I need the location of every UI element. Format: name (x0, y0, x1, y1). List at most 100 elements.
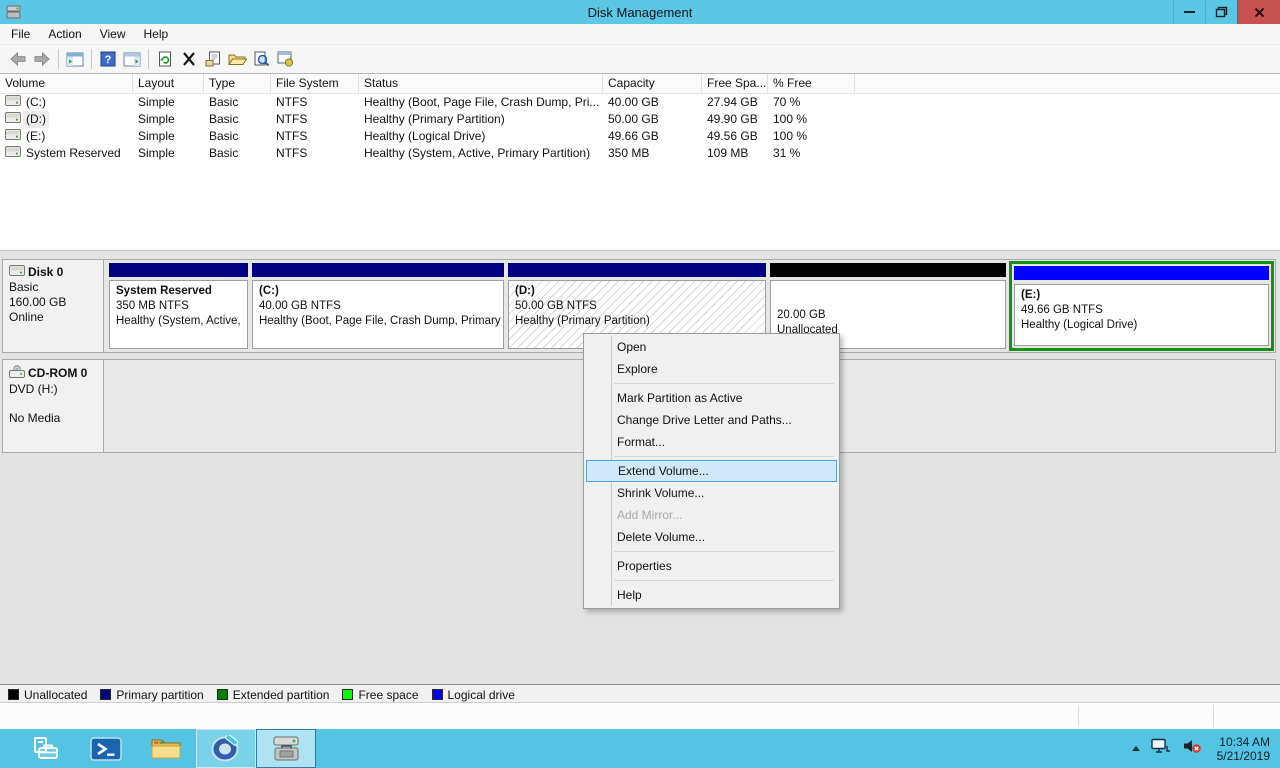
menu-view[interactable]: View (91, 25, 135, 43)
show-hidden-icons-button[interactable] (1132, 746, 1140, 751)
clock-date: 5/21/2019 (1217, 749, 1270, 763)
partition-title: (E:) (1021, 288, 1262, 303)
capacity-cell: 350 MB (603, 145, 702, 162)
network-icon[interactable] (1151, 738, 1171, 759)
column-header-file-system[interactable]: File System (271, 74, 359, 93)
status-cell: Healthy (Logical Drive) (359, 128, 603, 145)
partition-color-bar-unallocated (770, 263, 1006, 277)
context-menu-item-properties[interactable]: Properties (584, 555, 839, 577)
window-title: Disk Management (0, 5, 1280, 20)
find-button[interactable] (249, 48, 273, 71)
context-menu-item-explore[interactable]: Explore (584, 358, 839, 380)
file-system-cell: NTFS (271, 111, 359, 128)
disk-management-taskbar-icon[interactable] (256, 729, 316, 768)
help-button[interactable]: ? (96, 48, 120, 71)
pct-free-cell: 31 % (768, 145, 855, 162)
back-button[interactable] (6, 48, 30, 71)
context-menu-item-add-mirror: Add Mirror... (584, 504, 839, 526)
context-menu-item-extend-volume[interactable]: Extend Volume... (586, 460, 837, 482)
desktop-screen: Disk Management File Action View Help (0, 0, 1280, 768)
layout-cell: Simple (133, 111, 204, 128)
column-header-pct-free[interactable]: % Free (768, 74, 855, 93)
menu-help[interactable]: Help (135, 25, 178, 43)
disk0-size: 160.00 GB (9, 295, 97, 310)
context-menu-item-format[interactable]: Format... (584, 431, 839, 453)
legend-label: Extended partition (233, 688, 330, 702)
partition-title: System Reserved (116, 284, 241, 299)
column-header-free-space[interactable]: Free Spa... (702, 74, 768, 93)
open-button[interactable] (225, 48, 249, 71)
partition-tool-icon[interactable] (196, 729, 256, 768)
cdrom-label[interactable]: CD-ROM 0 DVD (H:) No Media (3, 360, 104, 452)
menu-file[interactable]: File (2, 25, 39, 43)
file-explorer-icon[interactable] (136, 729, 196, 768)
drive-icon (5, 128, 21, 145)
column-header-capacity[interactable]: Capacity (603, 74, 702, 93)
column-header-layout[interactable]: Layout (133, 74, 204, 93)
partition-c[interactable]: (C:) 40.00 GB NTFS Healthy (Boot, Page F… (251, 262, 505, 350)
partition-title: (D:) (515, 284, 759, 299)
volume-name: (C:) (26, 94, 46, 111)
type-cell: Basic (204, 145, 271, 162)
properties-button[interactable] (201, 48, 225, 71)
free-space-cell: 49.56 GB (702, 128, 768, 145)
toolbar-separator (58, 49, 59, 69)
disk-drive-icon (5, 4, 22, 20)
cdrom-drive-letter: DVD (H:) (9, 382, 97, 397)
volume-muted-icon[interactable] (1182, 738, 1202, 759)
taskbar: 10:34 AM 5/21/2019 (0, 729, 1280, 768)
legend-unallocated: Unallocated (8, 688, 87, 702)
type-cell: Basic (204, 94, 271, 111)
context-menu-item-help[interactable]: Help (584, 584, 839, 606)
file-system-cell: NTFS (271, 128, 359, 145)
restore-button[interactable] (1205, 0, 1237, 24)
partition-color-bar-logical (1014, 266, 1269, 280)
disk0-name: Disk 0 (28, 265, 63, 279)
legend-extended-partition: Extended partition (217, 688, 330, 702)
volume-name-selected: (D:) (23, 111, 49, 128)
table-row-volume-d[interactable]: (D:) Simple Basic NTFS Healthy (Primary … (0, 111, 1280, 128)
menu-separator (614, 456, 834, 457)
show-action-pane-button[interactable] (120, 48, 144, 71)
powershell-icon[interactable] (76, 729, 136, 768)
show-console-tree-button[interactable] (63, 48, 87, 71)
status-cell: Healthy (System, Active, Primary Partiti… (359, 145, 603, 162)
partition-color-bar-primary (109, 263, 248, 277)
table-row-system-reserved[interactable]: System Reserved Simple Basic NTFS Health… (0, 145, 1280, 162)
column-header-filler (855, 74, 1280, 93)
svg-text:?: ? (105, 54, 112, 66)
context-menu-item-open[interactable]: Open (584, 336, 839, 358)
context-menu-item-shrink-volume[interactable]: Shrink Volume... (584, 482, 839, 504)
legend-logical-drive: Logical drive (432, 688, 515, 702)
volume-name: (E:) (26, 128, 45, 145)
server-manager-icon[interactable] (16, 729, 76, 768)
context-menu-item-delete-volume[interactable]: Delete Volume... (584, 526, 839, 548)
context-menu-item-change-drive-letter[interactable]: Change Drive Letter and Paths... (584, 409, 839, 431)
settings-button[interactable] (273, 48, 297, 71)
menu-bar: File Action View Help (0, 24, 1280, 45)
legend-free-space: Free space (342, 688, 418, 702)
column-header-volume[interactable]: Volume (0, 74, 133, 93)
column-header-type[interactable]: Type (204, 74, 271, 93)
capacity-cell: 50.00 GB (603, 111, 702, 128)
partition-e-logical[interactable]: (E:) 49.66 GB NTFS Healthy (Logical Driv… (1009, 261, 1274, 351)
minimize-button[interactable] (1173, 0, 1205, 24)
partition-system-reserved[interactable]: System Reserved 350 MB NTFS Healthy (Sys… (108, 262, 249, 350)
column-header-status[interactable]: Status (359, 74, 603, 93)
titlebar[interactable]: Disk Management (0, 0, 1280, 24)
delete-button[interactable] (177, 48, 201, 71)
disk0-label[interactable]: Disk 0 Basic 160.00 GB Online (3, 260, 104, 352)
table-row-volume-e[interactable]: (E:) Simple Basic NTFS Healthy (Logical … (0, 128, 1280, 145)
pct-free-cell: 70 % (768, 94, 855, 111)
status-cell: Healthy (Primary Partition) (359, 111, 603, 128)
taskbar-clock[interactable]: 10:34 AM 5/21/2019 (1213, 735, 1270, 763)
capacity-cell: 49.66 GB (603, 128, 702, 145)
menu-action[interactable]: Action (39, 25, 90, 43)
legend-swatch-unallocated (8, 689, 19, 700)
table-row-volume-c[interactable]: (C:) Simple Basic NTFS Healthy (Boot, Pa… (0, 94, 1280, 111)
close-button[interactable] (1237, 0, 1280, 24)
layout-cell: Simple (133, 145, 204, 162)
forward-button[interactable] (30, 48, 54, 71)
refresh-button[interactable] (153, 48, 177, 71)
context-menu-item-mark-partition-as-active[interactable]: Mark Partition as Active (584, 387, 839, 409)
